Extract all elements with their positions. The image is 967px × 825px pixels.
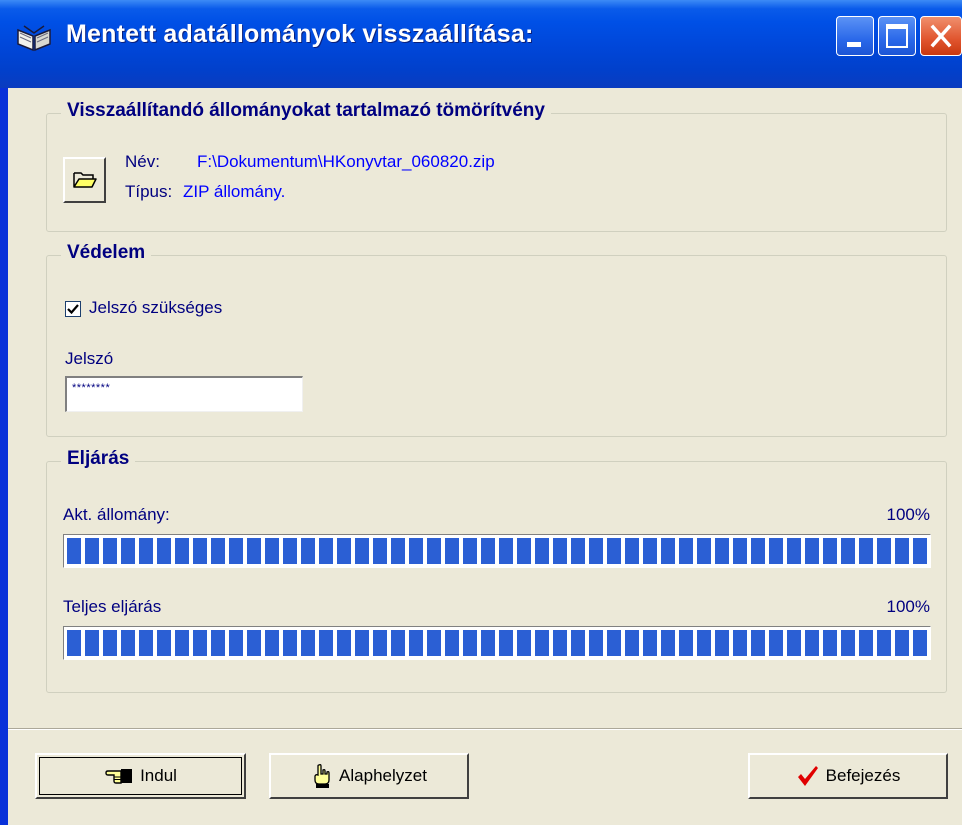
name-label: Név: [125,152,160,171]
total-progress-percent: 100% [886,597,930,616]
process-groupbox: Eljárás Akt. állomány: 100% Teljes eljár… [46,448,947,693]
folder-open-icon [73,172,97,188]
password-required-label[interactable]: Jelszó szükséges [89,298,222,318]
protection-groupbox: Védelem Jelszó szükséges Jelszó ******** [46,242,947,437]
checkmark-icon [67,304,79,315]
start-button[interactable]: Indul [35,753,246,799]
protection-group-title: Védelem [61,242,152,264]
minimize-icon [847,42,861,47]
hand-up-icon [314,764,330,788]
open-archive-button[interactable] [63,157,106,203]
window-title: Mentett adatállományok visszaállítása: [66,20,534,48]
current-file-progress-bar [63,534,931,568]
total-progress-label: Teljes eljárás [63,597,162,616]
red-checkmark-icon [797,766,818,786]
total-progress-bar [63,626,931,660]
process-group-title: Eljárás [61,448,136,470]
minimize-button[interactable] [836,16,874,56]
maximize-button[interactable] [878,16,916,56]
close-icon [930,24,952,48]
close-button[interactable] [920,16,962,56]
dialog-window: Mentett adatállományok visszaállítása: V… [0,0,962,825]
finish-button-label: Befejezés [825,766,901,785]
current-file-percent: 100% [886,505,930,524]
button-separator [8,728,962,730]
reset-button[interactable]: Alaphelyzet [269,753,469,799]
archive-path-value: F:\Dokumentum\HKonyvtar_060820.zip [197,152,495,171]
password-label: Jelszó [65,349,114,368]
archive-groupbox: Visszaállítandó állományokat tartalmazó … [46,100,947,232]
current-file-progress-fill [67,538,927,564]
title-bar[interactable]: Mentett adatállományok visszaállítása: [0,0,962,88]
dialog-client-area: Visszaállítandó állományokat tartalmazó … [8,88,962,825]
reset-button-label: Alaphelyzet [339,766,427,785]
current-file-label: Akt. állomány: [63,505,170,524]
type-label: Típus: [125,182,173,201]
pointing-hand-icon [105,769,133,784]
finish-button[interactable]: Befejezés [748,753,948,799]
password-required-checkbox[interactable] [65,301,81,317]
maximize-icon [886,24,908,48]
archive-type-value: ZIP állomány. [183,182,286,201]
book-icon [17,25,51,52]
archive-group-title: Visszaállítandó állományokat tartalmazó … [61,100,551,122]
total-progress-fill [67,630,927,656]
start-button-label: Indul [140,766,177,785]
password-input[interactable]: ******** [65,376,303,412]
